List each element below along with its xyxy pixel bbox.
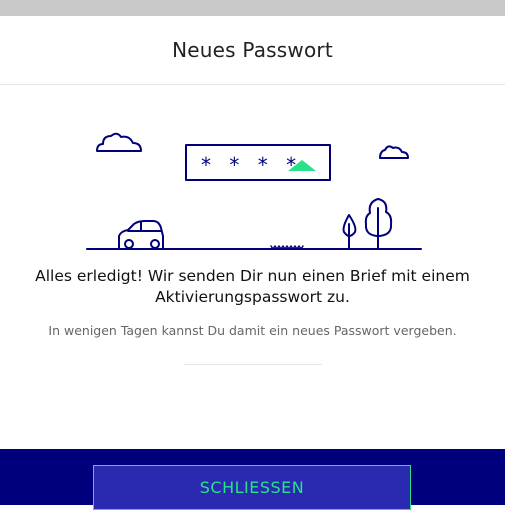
close-button[interactable]: SCHLIESSEN: [93, 465, 411, 510]
divider: [184, 364, 322, 365]
modal-title: Neues Passwort: [172, 38, 333, 62]
modal-footer: SCHLIESSEN: [0, 449, 505, 510]
background-overlay: [0, 0, 505, 16]
confirmation-message: Alles erledigt! Wir senden Dir nun einen…: [35, 267, 470, 306]
cloud-icon: [379, 145, 409, 159]
car-icon: [118, 220, 164, 249]
info-text: In wenigen Tagen kannst Du damit ein neu…: [48, 323, 457, 338]
tree-icon: [364, 198, 393, 250]
cloud-icon: [96, 132, 142, 152]
modal-header: Neues Passwort: [0, 16, 505, 85]
confirmation-illustration: * * * *: [86, 132, 422, 250]
password-reset-modal: Neues Passwort * * * * Alles erledigt! W…: [0, 16, 505, 510]
password-mask: * * * *: [201, 153, 302, 177]
tree-icon: [342, 214, 357, 250]
